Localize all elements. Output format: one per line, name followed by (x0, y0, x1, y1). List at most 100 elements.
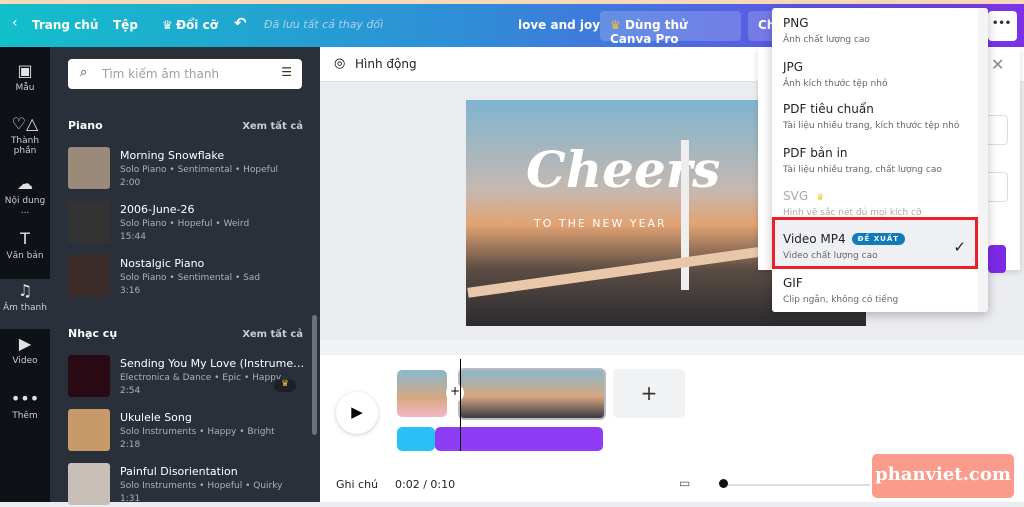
zoom-slider-handle[interactable] (719, 479, 728, 488)
audio-panel: ⌕ Tìm kiếm âm thanh ☰ Piano Xem tất cả Mor… (50, 47, 320, 505)
search-input[interactable]: ⌕ Tìm kiếm âm thanh ☰ (68, 59, 302, 89)
menu-item-jpg[interactable]: JPG Ảnh kích thước tệp nhỏ (772, 60, 978, 89)
section-title: Piano (68, 119, 103, 132)
option-description: Ảnh chất lượng cao (783, 35, 870, 45)
close-icon[interactable]: ✕ (991, 55, 1004, 74)
sidebar-icon: ♫ (17, 281, 33, 300)
option-description: Video chất lượng cao (783, 251, 878, 261)
menu-item-pdf-tiêu-chuẩn[interactable]: PDF tiêu chuẩn Tài liệu nhiều trang, kích… (772, 102, 978, 131)
panel-scrollbar[interactable] (312, 315, 317, 435)
resize-button[interactable]: Đổi cỡ (176, 18, 218, 32)
track-duration: 2:54 (120, 386, 141, 396)
menu-item-pdf-bản-in[interactable]: PDF bản in Tài liệu nhiều trang, chất lượ… (772, 146, 978, 175)
track-tags: Electronica & Dance • Epic • Happy (120, 373, 282, 383)
option-name: PDF bản in (783, 146, 848, 160)
check-icon: ✓ (953, 238, 966, 256)
option-description: Clip ngắn, không có tiếng (783, 295, 899, 305)
sidebar-rail: ▣ Mẫu ♡△ Thành phần ☁ Nội dung ... T Văn bản ♫ Âm… (0, 47, 50, 502)
crown-icon: ♛ (274, 379, 296, 392)
option-name: PNG (783, 16, 809, 30)
list-item[interactable]: Sending You My Love (Instrumental) Electr… (68, 355, 308, 399)
list-item[interactable]: Morning Snowflake Solo Piano • Sentimenta… (68, 147, 308, 191)
play-button[interactable]: ▶ (336, 392, 378, 434)
sidebar-item-label: Mẫu (15, 83, 35, 93)
list-item[interactable]: Painful Disorientation Solo Instruments •… (68, 463, 308, 507)
sidebar-item-5[interactable]: ▶ Video (0, 332, 50, 382)
dropdown-scrollbar[interactable] (978, 8, 988, 312)
timeline-page-2[interactable] (458, 368, 606, 420)
list-item[interactable]: Ukulele Song Solo Instruments • Happy • B… (68, 409, 308, 453)
option-name: Video MP4 (783, 232, 846, 246)
sidebar-item-0[interactable]: ▣ Mẫu (0, 59, 50, 109)
playhead[interactable] (460, 359, 461, 451)
see-all-link[interactable]: Xem tất cả (242, 121, 303, 132)
menu-item-png[interactable]: PNG Ảnh chất lượng cao (772, 16, 978, 45)
section-title: Nhạc cụ (68, 327, 118, 340)
sidebar-item-label: Nội dung ... (4, 196, 46, 216)
list-item[interactable]: Nostalgic Piano Solo Piano • Sentimental … (68, 255, 308, 299)
track-title: Sending You My Love (Instrumental) (120, 357, 305, 370)
timeline-page-1[interactable] (397, 370, 447, 417)
see-all-link[interactable]: Xem tất cả (242, 329, 303, 340)
crown-icon: ♛ (610, 18, 621, 32)
zoom-slider[interactable] (720, 484, 870, 486)
track-thumbnail (68, 147, 110, 189)
time-display: 0:02 / 0:10 (395, 478, 456, 491)
sidebar-item-label: Thêm (12, 411, 38, 421)
home-link[interactable]: Trang chủ (32, 18, 98, 32)
chevron-left-icon[interactable]: ‹ (12, 15, 18, 31)
sidebar-item-4[interactable]: ♫ Âm thanh (0, 279, 50, 329)
canvas-scrollbar[interactable] (320, 340, 1024, 355)
sidebar-item-label: Âm thanh (3, 303, 47, 313)
option-name: SVG (783, 189, 809, 203)
more-button[interactable]: ••• (988, 11, 1017, 41)
sidebar-item-label: Thành phần (10, 136, 40, 156)
filter-icon[interactable]: ☰ (281, 65, 292, 79)
grid-view-icon[interactable]: ▭ (679, 476, 690, 490)
track-title: Nostalgic Piano (120, 257, 205, 270)
sidebar-icon: ▣ (17, 61, 33, 80)
add-page-button[interactable]: + (613, 369, 685, 418)
sidebar-icon: ☁ (17, 174, 33, 193)
sidebar-item-1[interactable]: ♡△ Thành phần (0, 112, 50, 162)
menu-item-svg[interactable]: SVG ♛ Hình vẽ sắc nét đủ mọi kích cỡ (772, 189, 978, 218)
option-description: Ảnh kích thước tệp nhỏ (783, 79, 888, 89)
sidebar-item-6[interactable]: ••• Thêm (0, 387, 50, 437)
sidebar-item-label: Video (12, 356, 38, 366)
add-transition-icon[interactable]: + (446, 384, 464, 402)
track-thumbnail (68, 409, 110, 451)
sidebar-icon: ♡△ (11, 114, 39, 133)
track-thumbnail (68, 255, 110, 297)
track-thumbnail (68, 355, 110, 397)
save-status: Đã lưu tất cả thay đổi (264, 18, 384, 31)
download-button[interactable] (988, 245, 1006, 273)
audio-clip-1[interactable] (397, 427, 435, 451)
crown-icon: ♛ (162, 18, 173, 32)
sidebar-icon: ••• (10, 389, 40, 408)
track-title: Painful Disorientation (120, 465, 238, 478)
watermark: phanviet.com (872, 454, 1014, 498)
track-title: 2006-June-26 (120, 203, 195, 216)
sidebar-item-2[interactable]: ☁ Nội dung ... (0, 172, 50, 222)
option-description: Hình vẽ sắc nét đủ mọi kích cỡ (783, 208, 922, 218)
track-tags: Solo Instruments • Happy • Bright (120, 427, 275, 437)
track-thumbnail (68, 201, 110, 243)
undo-icon[interactable]: ↶ (234, 14, 247, 32)
track-duration: 2:00 (120, 178, 141, 188)
list-item[interactable]: 2006-June-26 Solo Piano • Hopeful • Weird… (68, 201, 308, 245)
sidebar-item-3[interactable]: T Văn bản (0, 227, 50, 277)
track-duration: 2:18 (120, 440, 141, 450)
track-title: Morning Snowflake (120, 149, 225, 162)
try-pro-button[interactable]: ♛ Dùng thử Canva Pro (600, 11, 741, 46)
animate-button[interactable]: Hình động (355, 57, 417, 71)
option-name: JPG (783, 60, 804, 74)
menu-item-video-mp4[interactable]: Video MP4 ĐỀ XUẤT Video chất lượng cao ✓ (772, 232, 978, 261)
file-menu[interactable]: Tệp (113, 18, 138, 32)
track-title: Ukulele Song (120, 411, 192, 424)
design-title[interactable]: love and joy (518, 18, 600, 32)
sidebar-icon: ▶ (18, 334, 32, 353)
menu-item-gif[interactable]: GIF Clip ngắn, không có tiếng (772, 276, 978, 305)
sidebar-icon: T (20, 229, 30, 248)
sidebar-item-label: Văn bản (6, 251, 44, 261)
notes-button[interactable]: Ghi chú (336, 478, 378, 491)
